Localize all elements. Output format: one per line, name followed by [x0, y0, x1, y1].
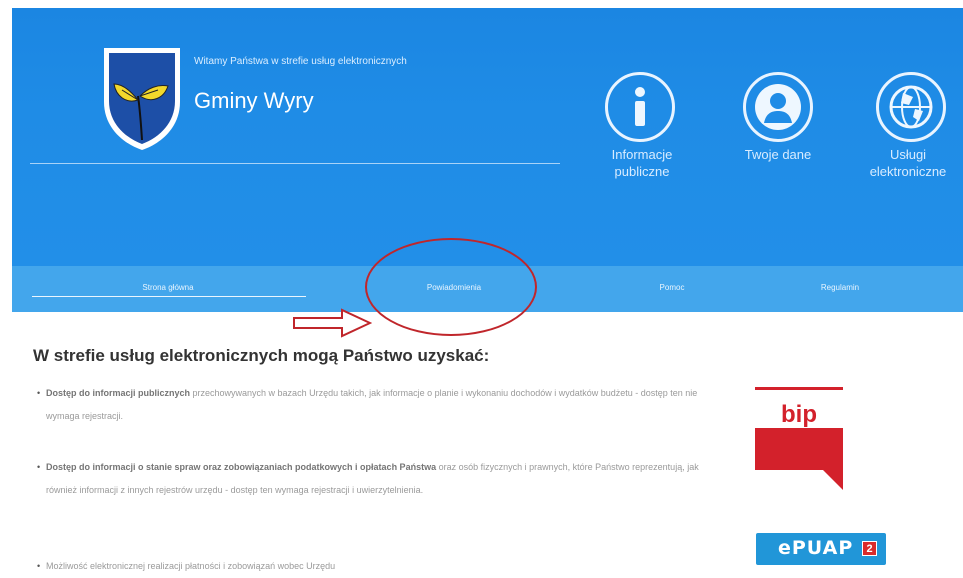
quick-link-info-label[interactable]: Informacje publiczne — [590, 146, 694, 180]
gmina-crest-logo[interactable] — [100, 44, 184, 152]
quick-link-user-label[interactable]: Twoje dane — [720, 146, 836, 163]
nav-help[interactable]: Pomoc — [622, 283, 722, 292]
epuap-logo[interactable]: ePUAP 2 — [756, 533, 886, 565]
welcome-text: Witamy Państwa w strefie usług elektroni… — [194, 56, 407, 67]
brand-title[interactable]: Gminy Wyry — [194, 88, 314, 114]
bip-label: bip — [781, 401, 817, 428]
list-item: Możliwość elektronicznej realizacji płat… — [37, 555, 714, 578]
list-item: Dostęp do informacji publicznych przecho… — [37, 382, 714, 428]
list-item-text: Możliwość elektronicznej realizacji płat… — [46, 561, 336, 571]
nav-home[interactable]: Strona główna — [118, 283, 218, 292]
quick-link-services-label[interactable]: Usługi elektroniczne — [848, 146, 963, 180]
red-annotation-ellipse — [365, 238, 537, 336]
user-icon[interactable] — [743, 72, 813, 142]
red-annotation-arrow — [293, 308, 372, 338]
header-divider — [30, 163, 560, 164]
epuap-label: ePUAP — [778, 537, 854, 559]
nav-active-underline — [32, 296, 306, 297]
info-icon[interactable] — [605, 72, 675, 142]
list-item-title[interactable]: Dostęp do informacji publicznych — [46, 388, 190, 398]
content-heading: W strefie usług elektronicznych mogą Pań… — [33, 346, 490, 365]
globe-icon[interactable] — [876, 72, 946, 142]
list-item-title[interactable]: Dostęp do informacji o stanie spraw oraz… — [46, 462, 436, 472]
epuap-badge: 2 — [862, 541, 877, 556]
nav-terms[interactable]: Regulamin — [790, 283, 890, 292]
bip-logo[interactable]: bip — [755, 380, 843, 492]
list-item: Dostęp do informacji o stanie spraw oraz… — [37, 456, 714, 502]
